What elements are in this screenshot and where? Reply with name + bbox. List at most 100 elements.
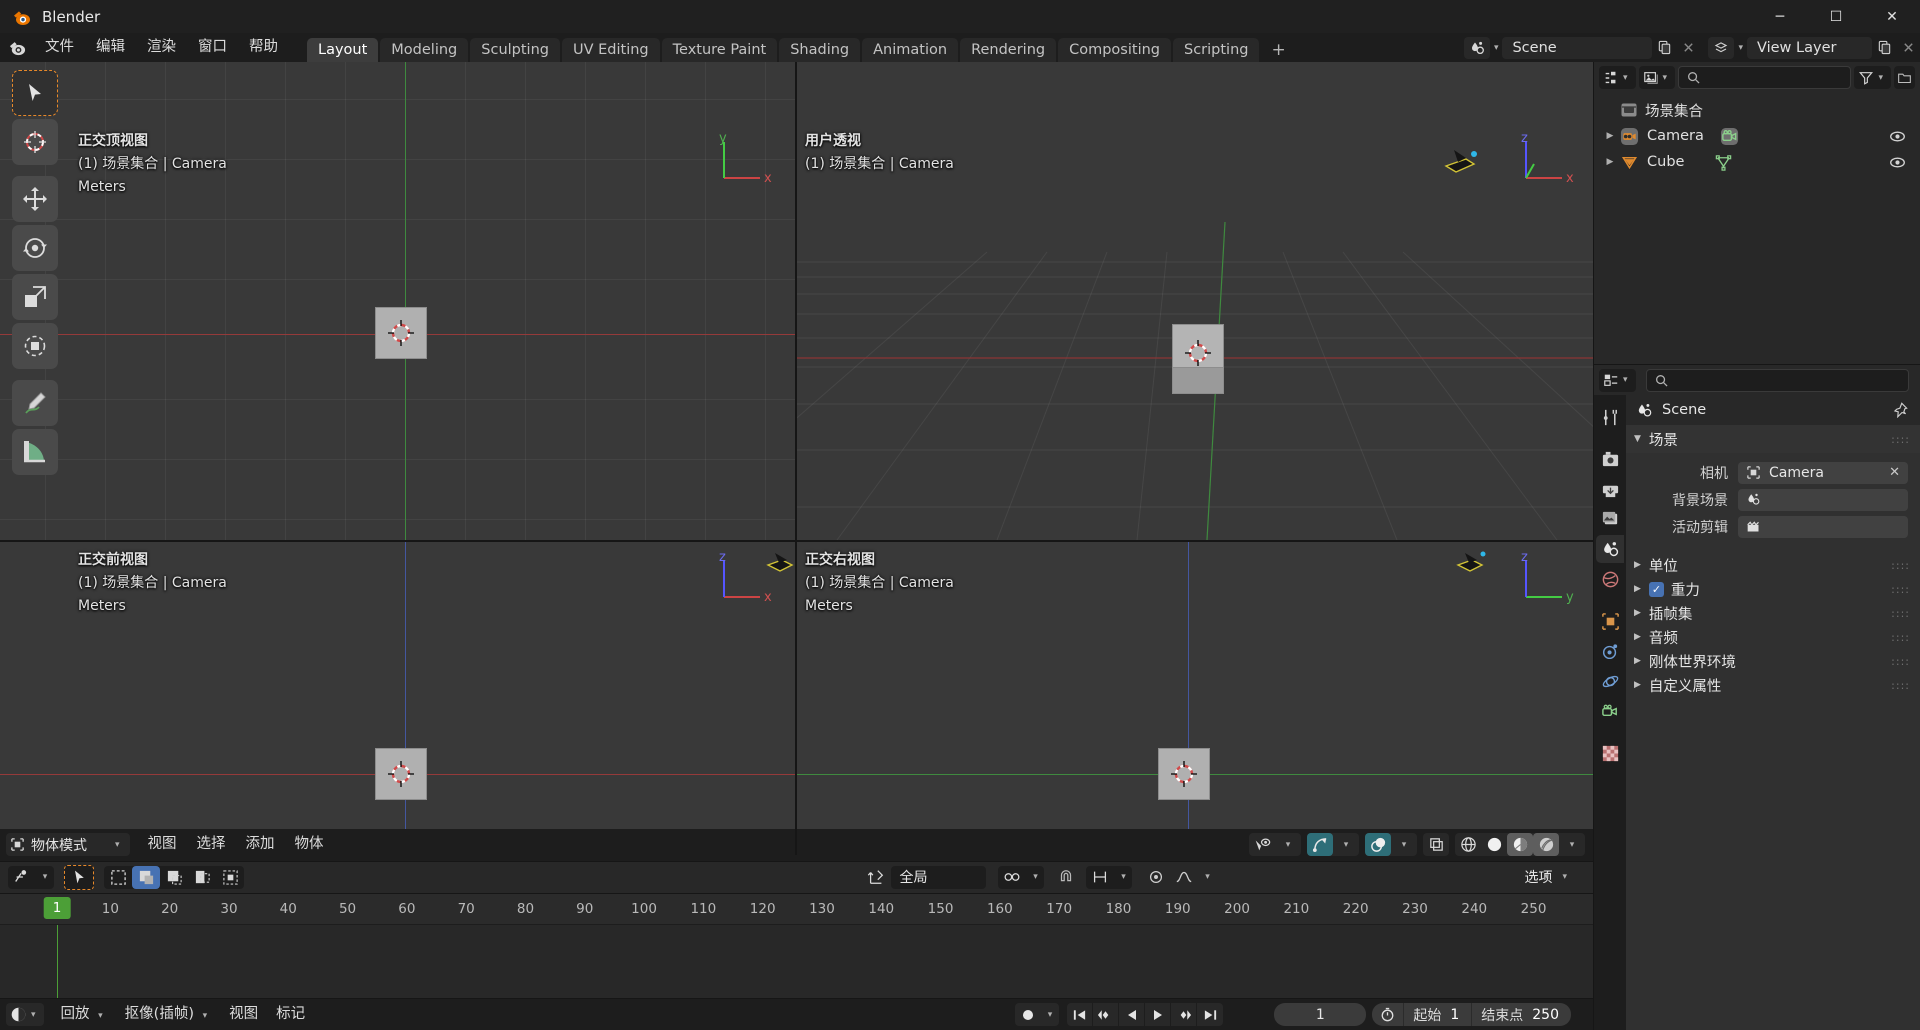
disclosure-triangle[interactable]: ▶ (1600, 157, 1620, 167)
xray-icon[interactable] (1423, 833, 1449, 856)
maximize-button[interactable]: ☐ (1808, 0, 1864, 33)
gizmo-dropdown-icon[interactable]: ▾ (1333, 833, 1359, 856)
axis-gizmo-front[interactable]: x z (710, 549, 772, 611)
transform-orientation-field[interactable]: 全局 ▾ (891, 865, 1549, 889)
drag-dots-icon[interactable]: :::: (1891, 607, 1910, 620)
tool-annotate[interactable] (12, 380, 58, 426)
shading-wireframe-icon[interactable] (1455, 833, 1481, 856)
timeline-menu-view[interactable]: 视图 (220, 1003, 267, 1026)
tool-tweak-select[interactable] (12, 70, 58, 116)
mesh-data-icon[interactable] (1714, 153, 1733, 172)
playback-buttons-group[interactable] (1067, 1003, 1223, 1027)
play-reverse-icon[interactable] (1119, 1003, 1145, 1027)
play-icon[interactable] (1145, 1003, 1171, 1027)
frame-end-value[interactable]: 250 (1532, 1007, 1571, 1023)
view-layer-dropdown-arrow[interactable]: ▾ (1734, 43, 1747, 53)
camera-widget-right[interactable] (1455, 549, 1489, 575)
visibility-icon[interactable] (1249, 833, 1275, 856)
new-view-layer-icon[interactable] (1872, 37, 1896, 59)
snap-group[interactable]: ▾ (8, 865, 54, 889)
drag-dots-icon[interactable]: :::: (1891, 655, 1910, 668)
visibility-eye-icon[interactable] (1889, 128, 1906, 145)
viewport-menu-add[interactable]: 添加 (236, 833, 285, 856)
tool-cursor[interactable] (12, 119, 58, 165)
shading-material-icon[interactable] (1507, 833, 1533, 857)
properties-tab-render[interactable] (1596, 445, 1624, 473)
snap-magnet-icon[interactable] (1052, 866, 1080, 889)
overlays-group[interactable]: ▾ (1365, 833, 1417, 857)
xray-group[interactable] (1423, 833, 1449, 857)
tool-measure[interactable] (12, 429, 58, 475)
menu-window[interactable]: 窗口 (187, 33, 238, 62)
next-keyframe-icon[interactable] (1171, 1003, 1197, 1027)
properties-panel-scene-header[interactable]: ▼ 场景 :::: (1626, 425, 1920, 453)
scene-dropdown-arrow[interactable]: ▾ (1490, 43, 1503, 53)
workspace-tab-compositing[interactable]: Compositing (1058, 38, 1171, 62)
viewport-menu-object[interactable]: 物体 (285, 833, 334, 856)
camera-data-icon[interactable] (1720, 127, 1739, 146)
auto-keying-group[interactable]: ▾ (1015, 1003, 1059, 1027)
properties-tab-modifier[interactable] (1596, 637, 1624, 665)
snapping-group[interactable]: ▾ (1086, 865, 1133, 889)
outliner-filter-button[interactable]: ▾ (1854, 66, 1891, 89)
record-icon[interactable] (1015, 1003, 1041, 1026)
timeline-current-frame-badge[interactable]: 1 (43, 896, 71, 919)
workspace-tab-sculpting[interactable]: Sculpting (470, 38, 560, 62)
viewport-menu-view[interactable]: 视图 (138, 833, 187, 856)
jump-to-start-icon[interactable] (1067, 1003, 1093, 1027)
shading-solid-icon[interactable] (1481, 833, 1507, 856)
select-box-icon[interactable] (104, 866, 132, 889)
menu-render[interactable]: 渲染 (136, 33, 187, 62)
properties-panel-audio[interactable]: ▶ 音频 :::: (1626, 625, 1920, 649)
workspace-tab-animation[interactable]: Animation (862, 38, 959, 62)
view-layer-name-field[interactable]: View Layer (1747, 36, 1872, 59)
properties-panel-keying-sets[interactable]: ▶ 插帧集 :::: (1626, 601, 1920, 625)
tool-rotate[interactable] (12, 225, 58, 271)
outliner-search-input[interactable] (1706, 70, 1843, 85)
properties-tab-object-data[interactable] (1596, 697, 1624, 725)
auto-keying-dropdown-icon[interactable]: ▾ (1041, 1003, 1059, 1026)
viewport-splitter-vertical[interactable] (795, 62, 797, 855)
outliner-search-box[interactable] (1678, 66, 1852, 89)
gravity-checkbox[interactable]: ✓ (1648, 581, 1664, 597)
properties-tab-texture[interactable] (1596, 739, 1624, 767)
outliner-row-scene-collection[interactable]: 场景集合 (1594, 97, 1920, 123)
snap-target-icon[interactable] (1086, 866, 1114, 889)
properties-editor-type-button[interactable]: ▾ (1599, 368, 1636, 392)
timeline-editor-type-selector[interactable]: ▾ (6, 1003, 44, 1027)
outliner-editor-type-button[interactable]: ▾ (1599, 66, 1636, 89)
falloff-dropdown-icon[interactable]: ▾ (1198, 866, 1216, 889)
workspace-tab-texture-paint[interactable]: Texture Paint (661, 38, 778, 62)
interaction-mode-selector[interactable]: 物体模式 ▾ (6, 833, 130, 857)
menu-help[interactable]: 帮助 (238, 33, 289, 62)
add-workspace-button[interactable]: + (1261, 38, 1295, 62)
scene-selector[interactable]: ▾ Scene (1463, 36, 1701, 59)
pin-icon[interactable] (1892, 402, 1908, 418)
timeline-playhead[interactable] (57, 924, 58, 999)
properties-tab-world[interactable] (1596, 565, 1624, 593)
minimize-button[interactable]: ─ (1752, 0, 1808, 33)
viewport-splitter-horizontal[interactable] (0, 540, 1593, 542)
select-invert-icon[interactable] (216, 866, 244, 889)
snap-icon[interactable] (8, 866, 36, 889)
background-scene-field[interactable] (1738, 488, 1908, 511)
camera-widget-top[interactable] (1440, 144, 1482, 174)
select-extend-icon[interactable] (160, 866, 188, 889)
outliner-new-collection-button[interactable] (1894, 66, 1915, 89)
visibility-eye-icon[interactable] (1889, 154, 1906, 171)
current-frame-field[interactable]: 1 (1274, 1003, 1367, 1027)
overlays-dropdown-icon[interactable]: ▾ (1391, 833, 1417, 856)
delete-scene-icon[interactable] (1676, 37, 1700, 59)
shading-group[interactable]: ▾ (1455, 833, 1585, 857)
falloff-curve-icon[interactable] (1170, 866, 1198, 889)
snap-target-dropdown-icon[interactable]: ▾ (1114, 866, 1132, 889)
visibility-dropdown-icon[interactable]: ▾ (1275, 833, 1301, 856)
properties-tab-output[interactable] (1596, 475, 1624, 503)
menu-file[interactable]: 文件 (34, 33, 85, 62)
viewport-menu-select[interactable]: 选择 (187, 833, 236, 856)
gizmo-icon[interactable] (1307, 833, 1333, 857)
properties-panel-custom-properties[interactable]: ▶ 自定义属性 :::: (1626, 673, 1920, 697)
delete-view-layer-icon[interactable] (1896, 37, 1920, 59)
select-tool-active[interactable] (64, 864, 94, 890)
outliner-editor[interactable]: ▾ ▾ ▾ 场景集合 ▶ Camera ▶ Cube (1593, 62, 1920, 364)
